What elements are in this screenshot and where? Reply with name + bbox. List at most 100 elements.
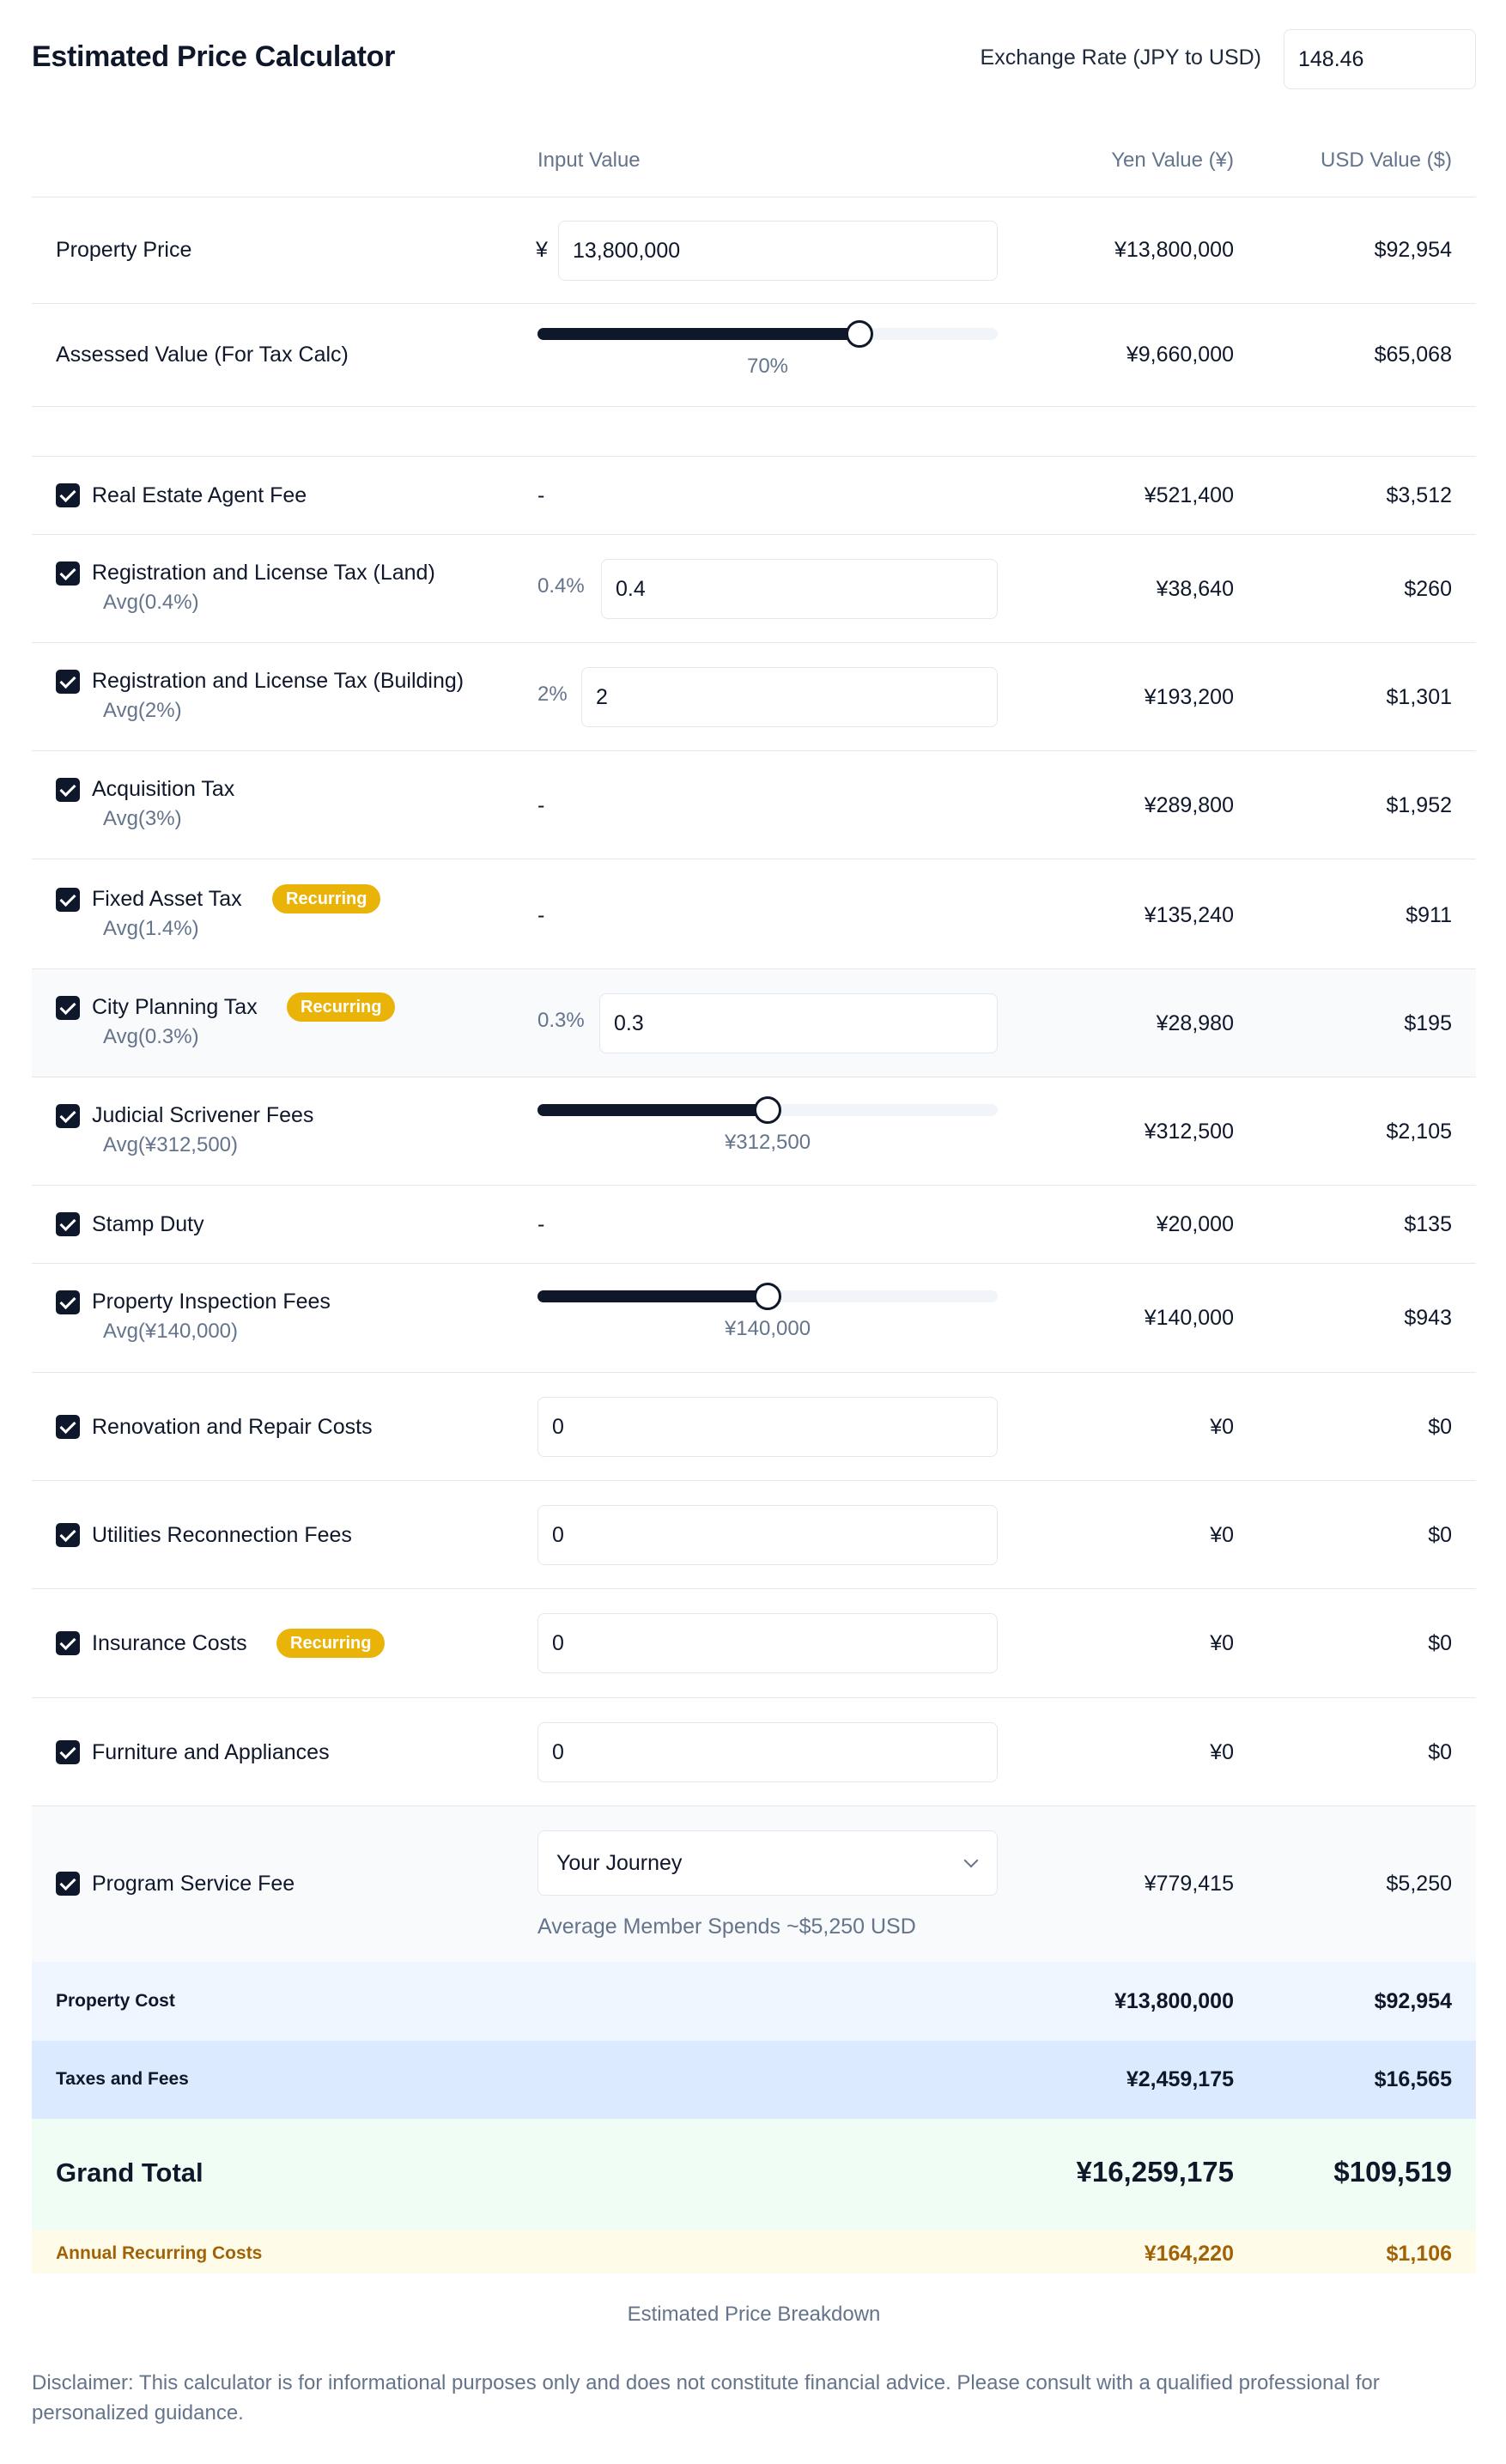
slider-thumb[interactable] — [754, 1283, 781, 1310]
fee-usd: $943 — [1404, 1306, 1452, 1330]
fee-yen: ¥0 — [1210, 1523, 1234, 1547]
fee-row-furniture: Furniture and Appliances 0 ¥0 $0 — [32, 1698, 1476, 1806]
renovation-input[interactable]: 0 — [537, 1397, 998, 1457]
fee-label: Program Service Fee — [92, 1872, 295, 1896]
fee-average: Avg(¥140,000) — [103, 1320, 239, 1343]
fee-row-registration-land: Registration and License Tax (Land) Avg(… — [32, 535, 1476, 643]
fee-label: Fixed Asset Tax — [92, 887, 242, 911]
fee-usd: $911 — [1406, 903, 1452, 927]
summary-label: Annual Recurring Costs — [56, 2243, 263, 2263]
grand-total-yen: ¥16,259,175 — [1076, 2156, 1234, 2188]
fee-input-empty: - — [537, 793, 545, 817]
fee-usd: $1,301 — [1386, 685, 1452, 709]
fee-yen: ¥312,500 — [1144, 1120, 1234, 1144]
summary-taxes-fees: Taxes and Fees ¥2,459,175 $16,565 — [32, 2041, 1476, 2119]
fee-yen: ¥521,400 — [1144, 483, 1234, 507]
summary-yen: ¥13,800,000 — [1114, 1989, 1234, 2013]
fee-average: Avg(0.3%) — [103, 1025, 199, 1048]
fee-yen: ¥0 — [1210, 1631, 1234, 1655]
slider-thumb[interactable] — [846, 320, 874, 348]
insurance-input[interactable]: 0 — [537, 1613, 998, 1673]
checkbox-registration-building[interactable] — [56, 670, 80, 694]
checkbox-renovation[interactable] — [56, 1415, 80, 1439]
fee-label: Real Estate Agent Fee — [92, 483, 307, 507]
summary-yen: ¥2,459,175 — [1126, 2067, 1234, 2091]
slider-value: ¥312,500 — [724, 1131, 811, 1154]
assessed-value-label: Assessed Value (For Tax Calc) — [56, 343, 349, 367]
utilities-input[interactable]: 0 — [537, 1505, 998, 1565]
property-price-label: Property Price — [56, 238, 192, 262]
city-planning-input[interactable]: 0.3 — [599, 993, 998, 1053]
program-select[interactable]: Your Journey — [537, 1830, 998, 1896]
checkbox-fixed-asset-tax[interactable] — [56, 888, 80, 912]
fee-yen: ¥28,980 — [1156, 1011, 1234, 1035]
property-price-usd: $92,954 — [1374, 238, 1452, 262]
fee-row-acquisition-tax: Acquisition Tax Avg(3%) - ¥289,800 $1,95… — [32, 751, 1476, 859]
assessed-value-yen: ¥9,660,000 — [1126, 343, 1234, 367]
furniture-input[interactable]: 0 — [537, 1722, 998, 1782]
fee-row-city-planning-tax: City Planning Tax Recurring Avg(0.3%) 0.… — [32, 969, 1476, 1077]
slider-fill — [537, 328, 860, 340]
fee-average: Avg(¥312,500) — [103, 1133, 239, 1156]
fee-yen: ¥289,800 — [1144, 793, 1234, 817]
fee-label: Registration and License Tax (Land) — [92, 561, 435, 585]
assessed-value-slider[interactable] — [537, 320, 998, 348]
grand-total-usd: $109,519 — [1333, 2156, 1452, 2188]
fee-usd: $1,952 — [1386, 793, 1452, 817]
fee-average: Avg(3%) — [103, 807, 182, 830]
fee-row-program-service: Program Service Fee Your Journey Average… — [32, 1806, 1476, 1962]
fee-usd: $3,512 — [1386, 483, 1452, 507]
recurring-badge: Recurring — [272, 884, 381, 913]
fee-average: Avg(2%) — [103, 699, 182, 722]
fee-row-utilities: Utilities Reconnection Fees 0 ¥0 $0 — [32, 1481, 1476, 1589]
breakdown-caption: Estimated Price Breakdown — [627, 2303, 881, 2326]
checkbox-stamp-duty[interactable] — [56, 1212, 80, 1236]
program-select-value: Your Journey — [556, 1851, 683, 1875]
assessed-value-row: Assessed Value (For Tax Calc) 70% ¥9,660… — [32, 304, 1476, 407]
fee-yen: ¥193,200 — [1144, 685, 1234, 709]
checkbox-judicial-scrivener[interactable] — [56, 1104, 80, 1128]
judicial-scrivener-slider[interactable] — [537, 1096, 998, 1124]
registration-building-input[interactable]: 2 — [581, 667, 998, 727]
fee-yen: ¥20,000 — [1156, 1212, 1234, 1236]
checkbox-furniture[interactable] — [56, 1740, 80, 1764]
checkbox-property-inspection[interactable] — [56, 1290, 80, 1314]
fee-rate-hint: 2% — [537, 683, 568, 706]
recurring-badge: Recurring — [276, 1629, 386, 1658]
recurring-badge: Recurring — [287, 992, 396, 1022]
checkbox-agent-fee[interactable] — [56, 483, 80, 507]
exchange-rate-input[interactable]: 148.46 — [1284, 29, 1476, 89]
fee-label: Renovation and Repair Costs — [92, 1415, 373, 1439]
fee-rate-hint: 0.3% — [537, 1009, 585, 1032]
exchange-rate-label: Exchange Rate (JPY to USD) — [980, 46, 1261, 70]
checkbox-utilities[interactable] — [56, 1523, 80, 1547]
checkbox-program-service[interactable] — [56, 1872, 80, 1896]
fee-label: Furniture and Appliances — [92, 1740, 330, 1764]
fee-yen: ¥140,000 — [1144, 1306, 1234, 1330]
registration-land-input[interactable]: 0.4 — [601, 559, 998, 619]
slider-fill — [537, 1104, 768, 1116]
fee-yen: ¥0 — [1210, 1415, 1234, 1439]
checkbox-acquisition-tax[interactable] — [56, 778, 80, 802]
fee-usd: $195 — [1404, 1011, 1452, 1035]
page-title: Estimated Price Calculator — [32, 40, 396, 73]
fee-label: Acquisition Tax — [92, 777, 235, 801]
slider-thumb[interactable] — [754, 1096, 781, 1124]
program-service-note: Average Member Spends ~$5,250 USD — [537, 1915, 916, 1939]
assessed-value-percent: 70% — [746, 355, 789, 378]
summary-usd: $92,954 — [1374, 1989, 1452, 2013]
grand-total-label: Grand Total — [56, 2158, 203, 2188]
fee-row-stamp-duty: Stamp Duty - ¥20,000 $135 — [32, 1186, 1476, 1264]
fee-row-renovation: Renovation and Repair Costs 0 ¥0 $0 — [32, 1373, 1476, 1481]
checkbox-city-planning-tax[interactable] — [56, 996, 80, 1020]
property-price-input[interactable]: 13,800,000 — [558, 221, 998, 281]
summary-usd: $16,565 — [1374, 2067, 1452, 2091]
property-inspection-slider[interactable] — [537, 1283, 998, 1310]
fee-average: Avg(0.4%) — [103, 591, 199, 614]
checkbox-insurance[interactable] — [56, 1631, 80, 1655]
fee-usd: $260 — [1404, 577, 1452, 601]
fee-label: Property Inspection Fees — [92, 1290, 331, 1314]
column-header-usd: USD Value ($) — [1321, 149, 1452, 172]
summary-property-cost: Property Cost ¥13,800,000 $92,954 — [32, 1962, 1476, 2041]
checkbox-registration-land[interactable] — [56, 561, 80, 586]
